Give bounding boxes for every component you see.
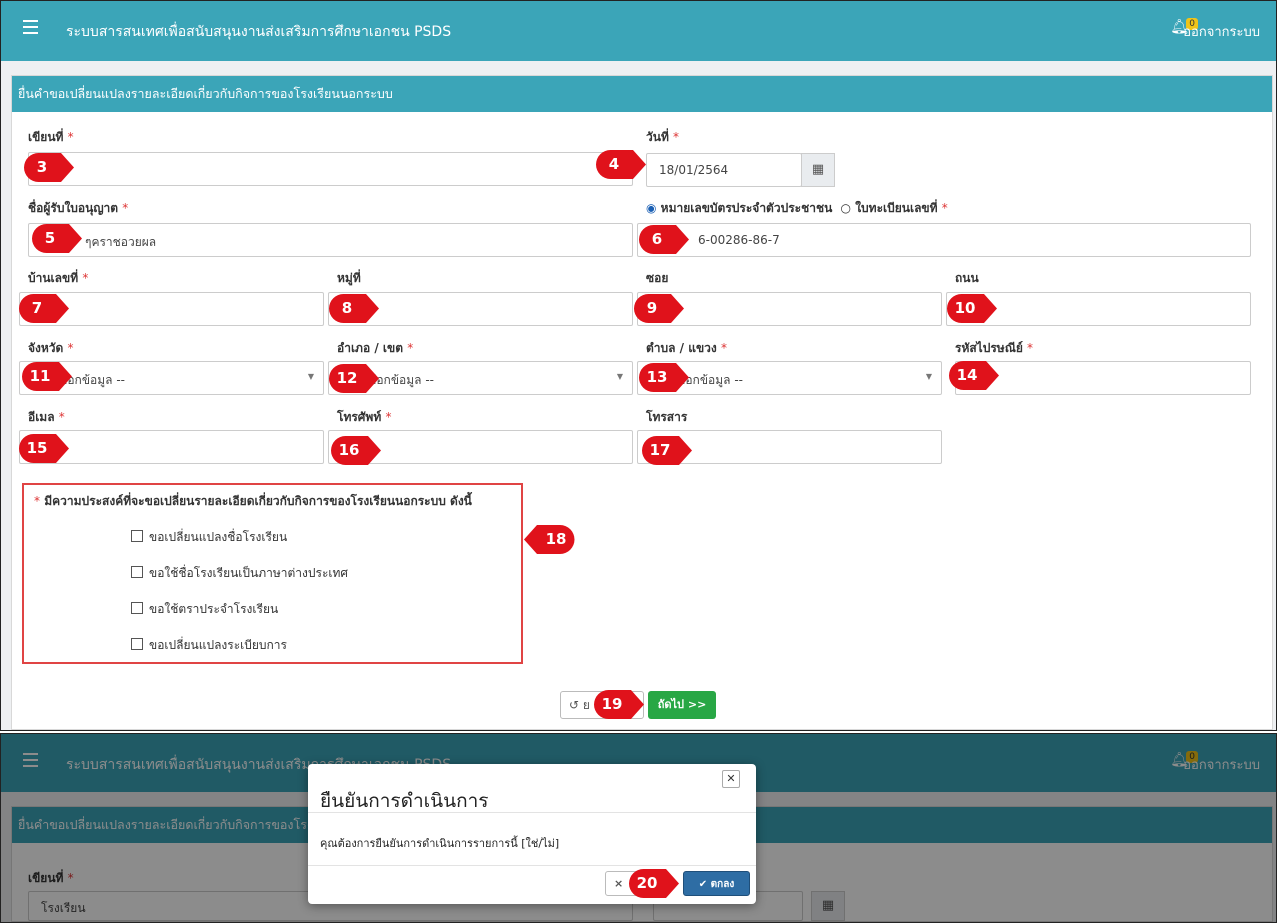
step-marker-5: 5 (31, 223, 83, 254)
chevron-down-icon: ▼ (616, 372, 623, 381)
radio-checked-icon[interactable]: ◉ (646, 201, 656, 215)
checkbox-icon[interactable] (131, 638, 143, 650)
logout-link[interactable]: ออกจากระบบ (1183, 21, 1260, 42)
step-marker-7: 7 (18, 293, 70, 324)
divider (308, 865, 756, 866)
radio-registration-label[interactable]: ใบทะเบียนเลขที่ (855, 201, 937, 215)
checkbox-icon[interactable] (131, 566, 143, 578)
label-written-at: เขียนที่ * (28, 130, 74, 144)
id-type-radio-group: ◉ หมายเลขบัตรประจำตัวประชาชน ○ ใบทะเบียน… (646, 201, 948, 215)
checkbox-icon[interactable] (131, 602, 143, 614)
step-marker-6: 6 (638, 224, 690, 255)
hamburger-menu-icon[interactable] (23, 20, 38, 38)
next-button[interactable]: ถัดไป >> (648, 691, 716, 719)
label-road: ถนน (955, 271, 979, 285)
step-marker-17: 17 (641, 435, 693, 466)
step-marker-15: 15 (18, 433, 70, 464)
purpose-title: * มีความประสงค์ที่จะขอเปลี่ยนรายละเอียดเ… (34, 494, 472, 508)
id-number-input[interactable]: 6-00286-86-7 (637, 223, 1251, 257)
label-province: จังหวัด * (28, 341, 74, 355)
calendar-icon[interactable]: ▦ (801, 153, 835, 187)
radio-id-card-label[interactable]: หมายเลขบัตรประจำตัวประชาชน (661, 201, 833, 215)
confirm-screenshot-panel: ระบบสารสนเทศเพื่อสนับสนุนงานส่งเสริมการศ… (0, 733, 1277, 923)
step-marker-20: 20 (628, 868, 680, 899)
step-marker-19: 19 (593, 689, 645, 720)
step-marker-10: 10 (946, 293, 998, 324)
checkbox-change-regulation[interactable]: ขอเปลี่ยนแปลงระเบียบการ (131, 636, 287, 655)
label-licensee-name: ชื่อผู้รับใบอนุญาต * (28, 201, 129, 215)
dialog-message: คุณต้องการยืนยันการดำเนินการรายการนี้ [ใ… (320, 837, 560, 850)
date-input[interactable]: 18/01/2564 (646, 153, 802, 187)
app-title: ระบบสารสนเทศเพื่อสนับสนุนงานส่งเสริมการศ… (66, 24, 452, 40)
label-house-no: บ้านเลขที่ * (28, 271, 89, 285)
checkbox-icon[interactable] (131, 530, 143, 542)
step-marker-18: 18 (523, 524, 575, 555)
checkbox-foreign-name[interactable]: ขอใช้ชื่อโรงเรียนเป็นภาษาต่างประเทศ (131, 564, 348, 583)
step-marker-8: 8 (328, 293, 380, 324)
checkbox-change-name[interactable]: ขอเปลี่ยนแปลงชื่อโรงเรียน (131, 528, 287, 547)
radio-unchecked-icon[interactable]: ○ (841, 201, 851, 215)
top-navbar: ระบบสารสนเทศเพื่อสนับสนุนงานส่งเสริมการศ… (1, 1, 1276, 61)
divider (308, 812, 756, 813)
confirm-dialog: ยืนยันการดำเนินการ ✕ คุณต้องการยืนยันการ… (308, 764, 756, 904)
licensee-name-input[interactable]: ๆคราชอวยผล (28, 223, 633, 257)
chevron-down-icon: ▼ (925, 372, 932, 381)
form-screenshot-panel: ระบบสารสนเทศเพื่อสนับสนุนงานส่งเสริมการศ… (0, 0, 1277, 731)
ok-button[interactable]: ✔ ตกลง (683, 871, 750, 896)
step-marker-4: 4 (595, 149, 647, 180)
label-phone: โทรศัพท์ * (337, 410, 392, 424)
step-marker-3: 3 (23, 152, 75, 183)
undo-icon: ↺ (569, 698, 580, 712)
step-marker-12: 12 (328, 363, 380, 394)
step-marker-13: 13 (638, 362, 690, 393)
label-postcode: รหัสไปรษณีย์ * (955, 341, 1034, 355)
close-icon[interactable]: ✕ (722, 770, 740, 788)
chevron-down-icon: ▼ (307, 372, 314, 381)
step-marker-11: 11 (21, 361, 73, 392)
form-card-header: ยื่นคำขอเปลี่ยนแปลงรายละเอียดเกี่ยวกับกิ… (12, 76, 1272, 112)
label-soi: ซอย (646, 271, 669, 285)
step-marker-9: 9 (633, 293, 685, 324)
label-moo: หมู่ที่ (337, 271, 361, 285)
label-subdistrict: ตำบล / แขวง * (646, 341, 727, 355)
check-icon: ✔ (698, 879, 708, 890)
label-date: วันที่ * (646, 130, 680, 144)
checkbox-school-emblem[interactable]: ขอใช้ตราประจำโรงเรียน (131, 600, 278, 619)
step-marker-14: 14 (948, 360, 1000, 391)
label-email: อีเมล * (28, 410, 65, 424)
label-fax: โทรสาร (646, 410, 688, 424)
step-marker-16: 16 (330, 435, 382, 466)
label-district: อำเภอ / เขต * (337, 341, 414, 355)
written-at-input[interactable] (28, 152, 633, 186)
